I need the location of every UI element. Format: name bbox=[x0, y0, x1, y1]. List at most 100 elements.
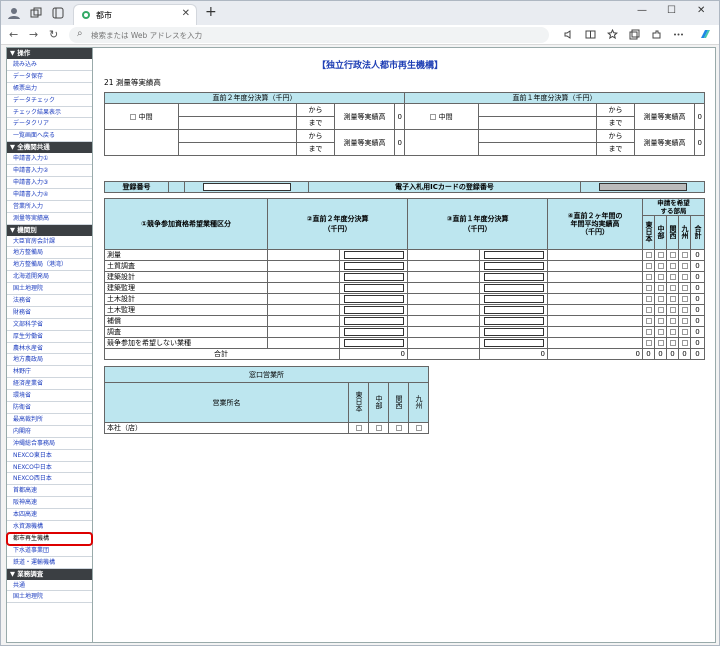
favorites-icon[interactable] bbox=[607, 29, 618, 40]
sidebar-item[interactable]: 鉄道・運輸機構 bbox=[7, 557, 92, 569]
profile-icon[interactable] bbox=[7, 6, 21, 20]
dept-central-checkbox[interactable] bbox=[657, 274, 664, 280]
prev2-amount-input[interactable] bbox=[343, 328, 404, 336]
prev2-amount-input[interactable] bbox=[343, 295, 404, 303]
dept-east-checkbox[interactable] bbox=[645, 285, 652, 291]
prev1-amount-input[interactable] bbox=[483, 284, 544, 292]
dept-east-checkbox[interactable] bbox=[645, 340, 652, 346]
prev1-amount-input[interactable] bbox=[483, 317, 544, 325]
forward-icon[interactable]: → bbox=[29, 28, 38, 41]
prev2-amount-input[interactable] bbox=[343, 339, 404, 347]
sidebar-item[interactable]: 財務省 bbox=[7, 307, 92, 319]
split-screen-icon[interactable] bbox=[585, 29, 596, 40]
prev2-from-date-2[interactable] bbox=[178, 129, 297, 143]
prev2-amount-input[interactable] bbox=[343, 262, 404, 270]
dept-central-checkbox[interactable] bbox=[657, 307, 664, 313]
maximize-button[interactable]: ☐ bbox=[667, 5, 676, 16]
sidebar-item[interactable]: データ保存 bbox=[7, 71, 92, 83]
sidebar-item[interactable]: 都市再生機構 bbox=[6, 531, 93, 546]
close-window-button[interactable]: ✕ bbox=[697, 5, 705, 16]
dept-kyushu-checkbox[interactable] bbox=[681, 307, 688, 313]
sidebar-item[interactable]: 読み込み bbox=[7, 59, 92, 71]
address-input[interactable] bbox=[91, 29, 531, 41]
dept-central-checkbox[interactable] bbox=[657, 296, 664, 302]
dept-kansai-checkbox[interactable] bbox=[669, 252, 676, 258]
office-central-checkbox[interactable] bbox=[375, 425, 382, 431]
sidebar-item[interactable]: 最高裁判所 bbox=[7, 414, 92, 426]
dept-kansai-checkbox[interactable] bbox=[669, 340, 676, 346]
workspaces-icon[interactable] bbox=[29, 6, 43, 20]
prev1-amount-input[interactable] bbox=[483, 262, 544, 270]
sidebar-item[interactable]: 国土地理院 bbox=[7, 591, 92, 604]
prev2-amount-input[interactable] bbox=[343, 284, 404, 292]
sidebar-item[interactable]: データクリア bbox=[7, 118, 92, 131]
dept-central-checkbox[interactable] bbox=[657, 318, 664, 324]
prev1-amount-input[interactable] bbox=[483, 251, 544, 259]
sidebar-item[interactable]: 本四高速 bbox=[7, 509, 92, 521]
prev1-from-date[interactable] bbox=[478, 103, 597, 117]
sidebar-item[interactable]: 文部科学省 bbox=[7, 319, 92, 331]
dept-kyushu-checkbox[interactable] bbox=[681, 274, 688, 280]
sidebar-item[interactable]: 環境省 bbox=[7, 390, 92, 403]
sidebar-item[interactable]: 地方整備局（港湾） bbox=[7, 259, 92, 272]
dept-kansai-checkbox[interactable] bbox=[669, 263, 676, 269]
dept-east-checkbox[interactable] bbox=[645, 274, 652, 280]
office-kansai-checkbox[interactable] bbox=[395, 425, 402, 431]
sidebar-item[interactable]: 地方整備局 bbox=[7, 247, 92, 260]
dept-kyushu-checkbox[interactable] bbox=[681, 340, 688, 346]
sidebar-item[interactable]: NEXCO西日本 bbox=[7, 473, 92, 486]
dept-east-checkbox[interactable] bbox=[645, 307, 652, 313]
dept-east-checkbox[interactable] bbox=[645, 329, 652, 335]
office-kyushu-checkbox[interactable] bbox=[415, 425, 422, 431]
dept-central-checkbox[interactable] bbox=[657, 252, 664, 258]
prev1-amount-input[interactable] bbox=[483, 295, 544, 303]
sidebar-item[interactable]: 阪神高速 bbox=[7, 497, 92, 510]
dept-east-checkbox[interactable] bbox=[645, 263, 652, 269]
prev2-to-date-2[interactable] bbox=[178, 142, 297, 156]
new-tab-button[interactable]: + bbox=[205, 4, 217, 20]
dept-kyushu-checkbox[interactable] bbox=[681, 329, 688, 335]
browser-tab[interactable]: 都市 ✕ bbox=[73, 4, 197, 25]
back-icon[interactable]: ← bbox=[9, 28, 18, 41]
dept-kansai-checkbox[interactable] bbox=[669, 274, 676, 280]
sidebar-item[interactable]: 内閣府 bbox=[7, 426, 92, 438]
dept-east-checkbox[interactable] bbox=[645, 252, 652, 258]
collections-icon[interactable] bbox=[629, 29, 640, 40]
dept-central-checkbox[interactable] bbox=[657, 263, 664, 269]
prev1-amount-input[interactable] bbox=[483, 339, 544, 347]
interim-checkbox[interactable] bbox=[430, 113, 437, 120]
sidebar-item[interactable]: 測量等実績高 bbox=[7, 213, 92, 225]
prev1-to-date[interactable] bbox=[478, 116, 597, 130]
office-east-checkbox[interactable] bbox=[355, 425, 362, 431]
sidebar-item[interactable]: 一覧画面へ戻る bbox=[7, 130, 92, 143]
copilot-icon[interactable] bbox=[699, 28, 712, 41]
sidebar-item[interactable]: 帳票出力 bbox=[7, 83, 92, 95]
sidebar-item[interactable]: 水資源機構 bbox=[7, 521, 92, 533]
dept-kansai-checkbox[interactable] bbox=[669, 318, 676, 324]
sidebar-item[interactable]: NEXCO中日本 bbox=[7, 462, 92, 474]
close-tab-icon[interactable]: ✕ bbox=[182, 8, 190, 19]
sidebar-item[interactable]: チェック結果表示 bbox=[7, 107, 92, 119]
sidebar-item[interactable]: 法務省 bbox=[7, 295, 92, 307]
sidebar-item[interactable]: 首都高速 bbox=[7, 485, 92, 498]
sidebar-item[interactable]: 防衛省 bbox=[7, 402, 92, 414]
prev2-amount-input[interactable] bbox=[343, 306, 404, 314]
dept-central-checkbox[interactable] bbox=[657, 329, 664, 335]
sidebar-item[interactable]: 北海道開発局 bbox=[7, 271, 92, 284]
more-options-icon[interactable] bbox=[673, 29, 684, 40]
prev2-to-date[interactable] bbox=[178, 116, 297, 130]
sidebar-item[interactable]: 農林水産省 bbox=[7, 343, 92, 355]
prev1-amount-input[interactable] bbox=[483, 306, 544, 314]
dept-central-checkbox[interactable] bbox=[657, 340, 664, 346]
registration-number-input[interactable] bbox=[202, 183, 291, 191]
sidebar-item[interactable]: 共通 bbox=[7, 580, 92, 592]
prev2-amount-input[interactable] bbox=[343, 273, 404, 281]
prev2-amount-input[interactable] bbox=[343, 251, 404, 259]
dept-kansai-checkbox[interactable] bbox=[669, 307, 676, 313]
sidebar-item[interactable]: 沖縄総合事務局 bbox=[7, 438, 92, 450]
dept-east-checkbox[interactable] bbox=[645, 318, 652, 324]
sidebar-item[interactable]: 申請書入力④ bbox=[7, 189, 92, 201]
sidebar-item[interactable]: 地方農政局 bbox=[7, 354, 92, 367]
prev1-from-date-2[interactable] bbox=[478, 129, 597, 143]
read-aloud-icon[interactable] bbox=[563, 29, 574, 40]
